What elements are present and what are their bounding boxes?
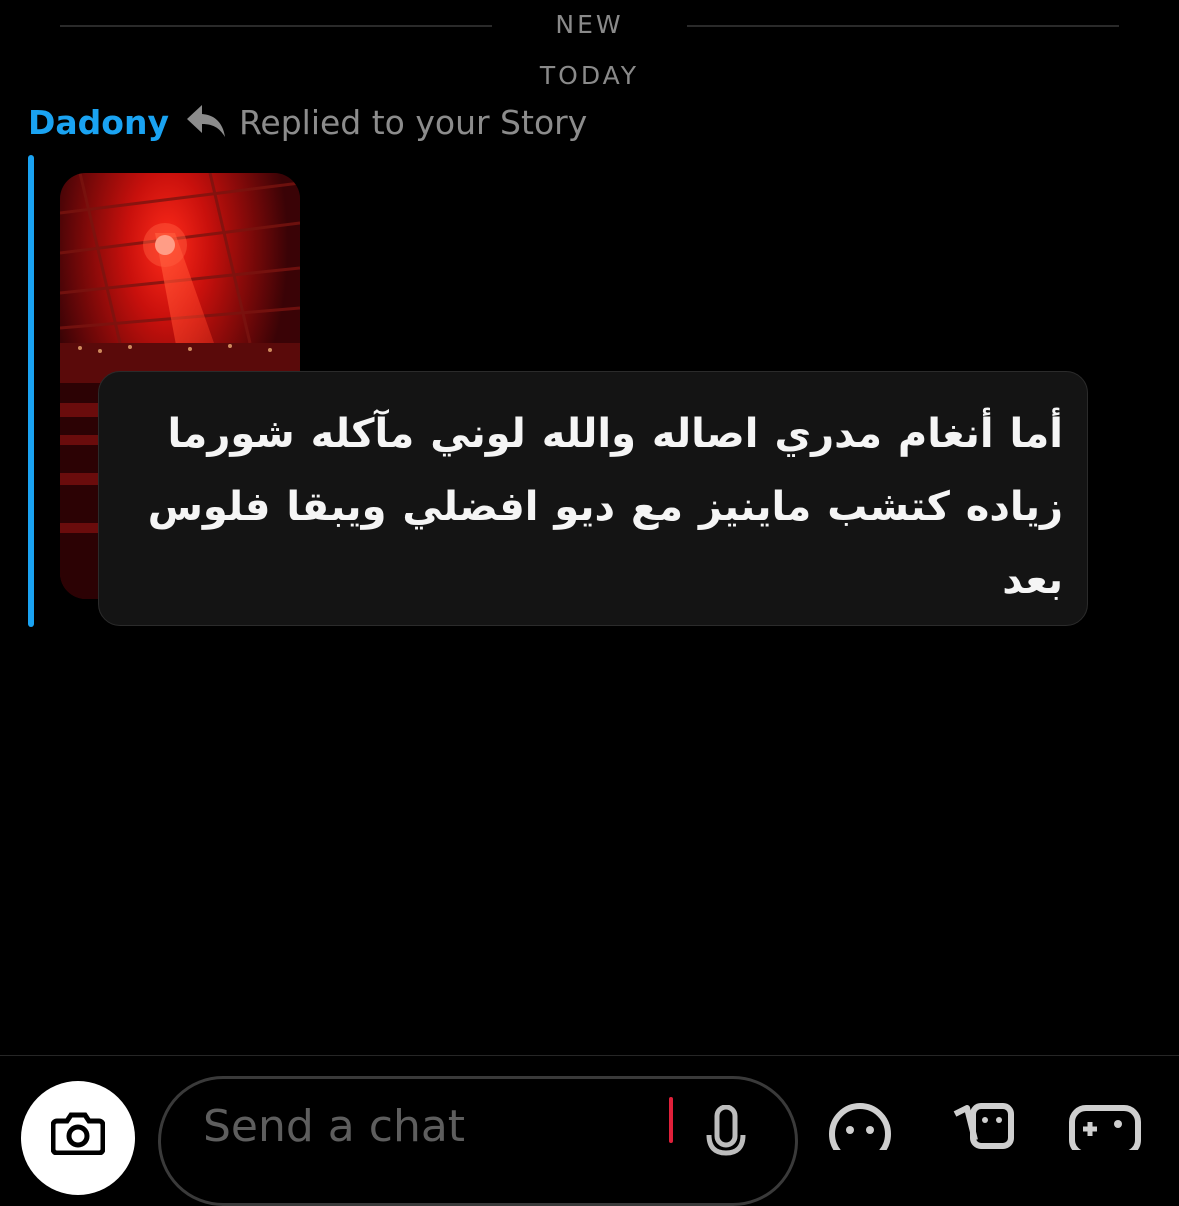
chat-input[interactable]: Send a chat — [158, 1076, 798, 1206]
camera-icon — [51, 1112, 105, 1155]
chat-input-placeholder: Send a chat — [203, 1101, 466, 1152]
composer-divider — [0, 1055, 1179, 1056]
message-text: أما أنغام مدري اصاله والله لوني مآكله شو… — [147, 411, 1063, 603]
new-messages-label: NEW — [555, 10, 624, 39]
sender-name[interactable]: Dadony — [28, 103, 169, 142]
reply-arrow-icon — [185, 102, 227, 142]
camera-button[interactable] — [21, 1081, 135, 1195]
text-caret — [669, 1097, 673, 1143]
stickers-icon[interactable] — [945, 1100, 1017, 1154]
message-bubble[interactable]: أما أنغام مدري اصاله والله لوني مآكله شو… — [98, 371, 1088, 626]
reply-status-text: Replied to your Story — [238, 102, 588, 142]
microphone-icon[interactable] — [706, 1104, 746, 1169]
emoji-icon[interactable] — [827, 1100, 893, 1165]
game-controller-icon[interactable] — [1068, 1100, 1142, 1157]
story-reply-header: Dadony Replied to your Story — [28, 98, 587, 146]
date-label: TODAY — [539, 61, 640, 90]
reply-accent-bar — [28, 155, 34, 627]
